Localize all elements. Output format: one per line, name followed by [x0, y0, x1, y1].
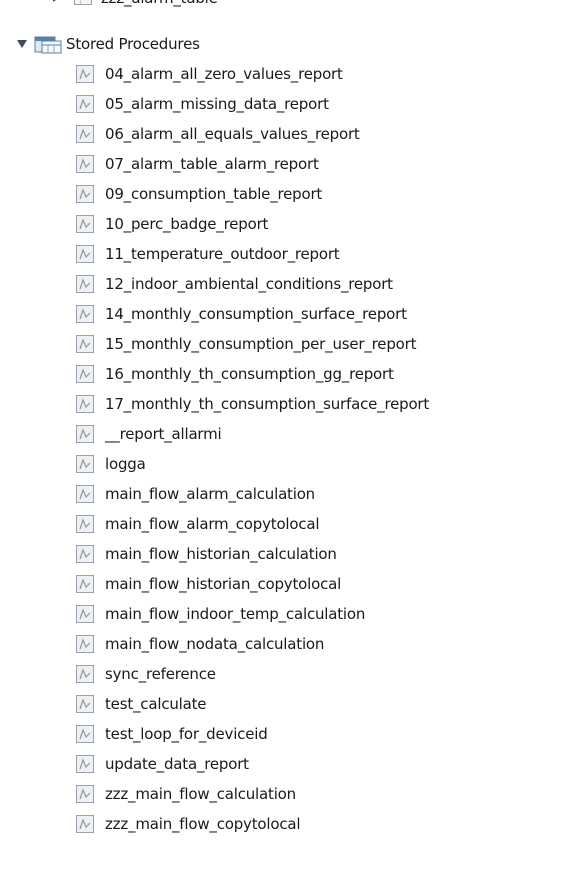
stored-procedure-icon: [76, 185, 94, 203]
tree-item-procedure[interactable]: test_calculate: [76, 691, 207, 717]
tree-item-procedure[interactable]: sync_reference: [76, 661, 216, 687]
tree-item-procedure[interactable]: 09_consumption_table_report: [76, 181, 322, 207]
expanded-toggle-icon[interactable]: [14, 36, 30, 52]
stored-procedure-icon: [76, 575, 94, 593]
stored-procedure-icon: [76, 455, 94, 473]
procedure-label: main_flow_alarm_copytolocal: [105, 515, 320, 533]
procedure-label: zzz_main_flow_calculation: [105, 785, 296, 803]
procedure-label: sync_reference: [105, 665, 216, 683]
procedure-label: 12_indoor_ambiental_conditions_report: [105, 275, 393, 293]
tree-item-procedure[interactable]: main_flow_alarm_copytolocal: [76, 511, 320, 537]
procedure-label: 07_alarm_table_alarm_report: [105, 155, 319, 173]
stored-procedure-icon: [76, 635, 94, 653]
stored-procedure-icon: [76, 425, 94, 443]
tree-item-procedure[interactable]: test_loop_for_deviceid: [76, 721, 268, 747]
tree-item-procedure[interactable]: 15_monthly_consumption_per_user_report: [76, 331, 416, 357]
procedure-label: test_loop_for_deviceid: [105, 725, 268, 743]
tree-item-label: zzz_alarm_table: [101, 0, 218, 11]
tree-item-procedure[interactable]: 14_monthly_consumption_surface_report: [76, 301, 407, 327]
procedure-label: 06_alarm_all_equals_values_report: [105, 125, 360, 143]
procedure-label: logga: [105, 455, 146, 473]
procedure-label: main_flow_historian_calculation: [105, 545, 337, 563]
procedure-label: 10_perc_badge_report: [105, 215, 269, 233]
stored-procedure-icon: [76, 335, 94, 353]
tree-item-procedure[interactable]: zzz_main_flow_calculation: [76, 781, 296, 807]
stored-procedure-icon: [76, 245, 94, 263]
procedure-label: main_flow_indoor_temp_calculation: [105, 605, 366, 623]
tree-item-procedure[interactable]: main_flow_historian_copytolocal: [76, 571, 341, 597]
tree-folder-stored-procedures[interactable]: Stored Procedures: [14, 31, 200, 57]
stored-procedure-icon: [76, 785, 94, 803]
procedure-label: test_calculate: [105, 695, 207, 713]
tree-item-procedure[interactable]: update_data_report: [76, 751, 249, 777]
tree-item-procedure[interactable]: 06_alarm_all_equals_values_report: [76, 121, 360, 147]
stored-procedure-icon: [76, 125, 94, 143]
procedure-label: 16_monthly_th_consumption_gg_report: [105, 365, 394, 383]
tree-item-procedure[interactable]: 07_alarm_table_alarm_report: [76, 151, 319, 177]
stored-procedure-icon: [76, 725, 94, 743]
stored-procedure-icon: [76, 755, 94, 773]
collapsed-toggle-icon[interactable]: [48, 0, 64, 6]
tree-item-procedure[interactable]: main_flow_indoor_temp_calculation: [76, 601, 365, 627]
stored-procedure-icon: [76, 395, 94, 413]
procedure-label: __report_allarmi: [105, 425, 222, 443]
tree-item-procedure[interactable]: main_flow_nodata_calculation: [76, 631, 324, 657]
procedure-label: 15_monthly_consumption_per_user_report: [105, 335, 417, 353]
procedure-label: 14_monthly_consumption_surface_report: [105, 305, 407, 323]
stored-procedure-icon: [76, 215, 94, 233]
tree-item-procedure[interactable]: logga: [76, 451, 146, 477]
folder-label: Stored Procedures: [66, 35, 200, 53]
stored-procedure-icon: [76, 305, 94, 323]
procedure-label: 05_alarm_missing_data_report: [105, 95, 329, 113]
procedure-label: main_flow_nodata_calculation: [105, 635, 325, 653]
stored-procedure-icon: [76, 155, 94, 173]
tree-item-procedure[interactable]: zzz_main_flow_copytolocal: [76, 811, 301, 837]
stored-procedure-icon: [76, 365, 94, 383]
stored-procedure-icon: [76, 95, 94, 113]
procedure-label: main_flow_historian_copytolocal: [105, 575, 342, 593]
procedure-label: 09_consumption_table_report: [105, 185, 323, 203]
stored-procedure-icon: [76, 485, 94, 503]
tree-item-zzz-alarm-table[interactable]: zzz_alarm_table: [48, 0, 218, 10]
stored-procedure-icon: [76, 815, 94, 833]
tree-item-procedure[interactable]: main_flow_alarm_calculation: [76, 481, 315, 507]
stored-procedure-icon: [76, 515, 94, 533]
object-tree: zzz_alarm_table Stored Procedures 04_ala…: [0, 0, 571, 890]
stored-procedure-icon: [76, 65, 94, 83]
stored-procedure-icon: [76, 545, 94, 563]
tree-item-procedure[interactable]: 16_monthly_th_consumption_gg_report: [76, 361, 394, 387]
procedure-label: update_data_report: [105, 755, 249, 773]
table-icon: [74, 0, 92, 5]
stored-procedure-icon: [76, 605, 94, 623]
tree-item-procedure[interactable]: 11_temperature_outdoor_report: [76, 241, 340, 267]
procedure-label: 04_alarm_all_zero_values_report: [105, 65, 343, 83]
tree-item-procedure[interactable]: 05_alarm_missing_data_report: [76, 91, 329, 117]
procedure-label: zzz_main_flow_copytolocal: [105, 815, 301, 833]
tree-item-procedure[interactable]: main_flow_historian_calculation: [76, 541, 337, 567]
procedure-label: 17_monthly_th_consumption_surface_report: [105, 395, 430, 413]
stored-procedure-icon: [76, 695, 94, 713]
procedure-label: main_flow_alarm_calculation: [105, 485, 315, 503]
tree-item-procedure[interactable]: 10_perc_badge_report: [76, 211, 268, 237]
stored-procedure-icon: [76, 275, 94, 293]
stored-procedure-icon: [76, 665, 94, 683]
tree-item-procedure[interactable]: 17_monthly_th_consumption_surface_report: [76, 391, 429, 417]
tree-item-procedure[interactable]: __report_allarmi: [76, 421, 222, 447]
tree-item-procedure[interactable]: 04_alarm_all_zero_values_report: [76, 61, 343, 87]
stored-procedures-folder-icon: [34, 34, 62, 54]
tree-item-procedure[interactable]: 12_indoor_ambiental_conditions_report: [76, 271, 393, 297]
procedure-label: 11_temperature_outdoor_report: [105, 245, 340, 263]
